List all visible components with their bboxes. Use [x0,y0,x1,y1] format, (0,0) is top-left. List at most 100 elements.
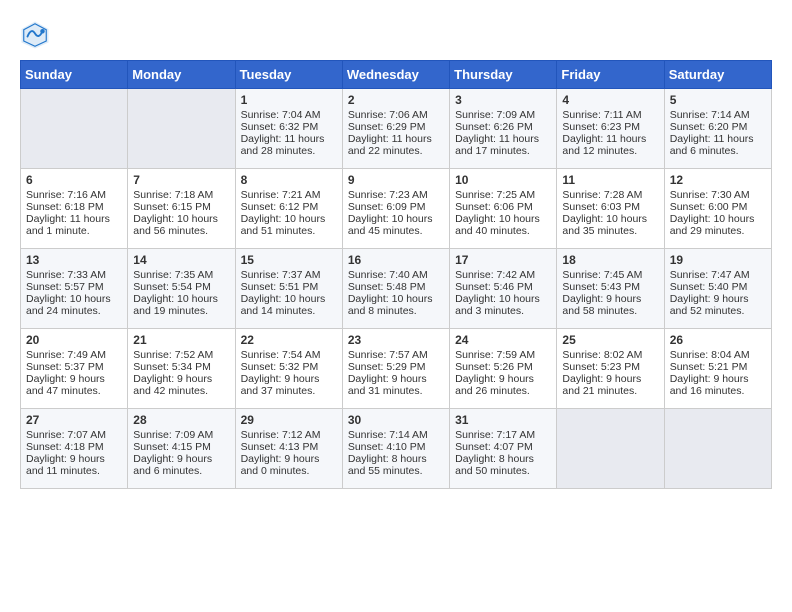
sunset-text: Sunset: 5:23 PM [562,361,658,373]
day-number: 13 [26,253,122,267]
calendar-cell [557,409,664,489]
calendar-cell: 26Sunrise: 8:04 AMSunset: 5:21 PMDayligh… [664,329,771,409]
daylight-text: Daylight: 10 hours and 45 minutes. [348,213,444,237]
day-header-friday: Friday [557,61,664,89]
day-number: 21 [133,333,229,347]
calendar-cell: 24Sunrise: 7:59 AMSunset: 5:26 PMDayligh… [450,329,557,409]
calendar-week-row: 20Sunrise: 7:49 AMSunset: 5:37 PMDayligh… [21,329,772,409]
sunset-text: Sunset: 5:26 PM [455,361,551,373]
sunset-text: Sunset: 5:57 PM [26,281,122,293]
daylight-text: Daylight: 10 hours and 29 minutes. [670,213,766,237]
sunset-text: Sunset: 6:32 PM [241,121,337,133]
sunrise-text: Sunrise: 7:30 AM [670,189,766,201]
day-number: 17 [455,253,551,267]
day-header-monday: Monday [128,61,235,89]
day-number: 2 [348,93,444,107]
sunrise-text: Sunrise: 7:09 AM [133,429,229,441]
sunset-text: Sunset: 5:21 PM [670,361,766,373]
day-number: 31 [455,413,551,427]
sunset-text: Sunset: 5:51 PM [241,281,337,293]
sunset-text: Sunset: 5:34 PM [133,361,229,373]
daylight-text: Daylight: 11 hours and 12 minutes. [562,133,658,157]
daylight-text: Daylight: 9 hours and 47 minutes. [26,373,122,397]
day-number: 1 [241,93,337,107]
sunset-text: Sunset: 6:00 PM [670,201,766,213]
day-number: 4 [562,93,658,107]
sunset-text: Sunset: 6:20 PM [670,121,766,133]
daylight-text: Daylight: 11 hours and 1 minute. [26,213,122,237]
calendar-cell: 18Sunrise: 7:45 AMSunset: 5:43 PMDayligh… [557,249,664,329]
sunrise-text: Sunrise: 7:57 AM [348,349,444,361]
daylight-text: Daylight: 11 hours and 28 minutes. [241,133,337,157]
calendar-header-row: SundayMondayTuesdayWednesdayThursdayFrid… [21,61,772,89]
daylight-text: Daylight: 10 hours and 51 minutes. [241,213,337,237]
sunrise-text: Sunrise: 7:35 AM [133,269,229,281]
daylight-text: Daylight: 8 hours and 50 minutes. [455,453,551,477]
sunset-text: Sunset: 5:48 PM [348,281,444,293]
sunrise-text: Sunrise: 7:33 AM [26,269,122,281]
day-number: 29 [241,413,337,427]
daylight-text: Daylight: 9 hours and 37 minutes. [241,373,337,397]
calendar-cell: 30Sunrise: 7:14 AMSunset: 4:10 PMDayligh… [342,409,449,489]
calendar-cell: 31Sunrise: 7:17 AMSunset: 4:07 PMDayligh… [450,409,557,489]
day-number: 15 [241,253,337,267]
sunset-text: Sunset: 6:12 PM [241,201,337,213]
sunset-text: Sunset: 4:15 PM [133,441,229,453]
sunrise-text: Sunrise: 7:06 AM [348,109,444,121]
daylight-text: Daylight: 9 hours and 16 minutes. [670,373,766,397]
sunrise-text: Sunrise: 7:28 AM [562,189,658,201]
day-number: 10 [455,173,551,187]
day-number: 24 [455,333,551,347]
day-number: 12 [670,173,766,187]
calendar-cell: 20Sunrise: 7:49 AMSunset: 5:37 PMDayligh… [21,329,128,409]
sunrise-text: Sunrise: 7:25 AM [455,189,551,201]
calendar-cell: 5Sunrise: 7:14 AMSunset: 6:20 PMDaylight… [664,89,771,169]
day-header-sunday: Sunday [21,61,128,89]
sunset-text: Sunset: 6:26 PM [455,121,551,133]
daylight-text: Daylight: 9 hours and 31 minutes. [348,373,444,397]
sunrise-text: Sunrise: 7:37 AM [241,269,337,281]
sunset-text: Sunset: 6:15 PM [133,201,229,213]
sunrise-text: Sunrise: 7:04 AM [241,109,337,121]
sunset-text: Sunset: 4:18 PM [26,441,122,453]
daylight-text: Daylight: 10 hours and 19 minutes. [133,293,229,317]
calendar-cell: 11Sunrise: 7:28 AMSunset: 6:03 PMDayligh… [557,169,664,249]
sunrise-text: Sunrise: 8:04 AM [670,349,766,361]
calendar-cell: 12 Sunrise: 7:30 AMSunset: 6:00 PMDayligh… [664,169,771,249]
daylight-text: Daylight: 11 hours and 17 minutes. [455,133,551,157]
calendar-cell: 7Sunrise: 7:18 AMSunset: 6:15 PMDaylight… [128,169,235,249]
sunset-text: Sunset: 6:06 PM [455,201,551,213]
day-number: 8 [241,173,337,187]
sunset-text: Sunset: 5:54 PM [133,281,229,293]
sunrise-text: Sunrise: 7:17 AM [455,429,551,441]
sunrise-text: Sunrise: 7:11 AM [562,109,658,121]
logo [20,20,54,50]
calendar-cell: 17Sunrise: 7:42 AMSunset: 5:46 PMDayligh… [450,249,557,329]
calendar-cell: 19Sunrise: 7:47 AMSunset: 5:40 PMDayligh… [664,249,771,329]
sunrise-text: Sunrise: 7:09 AM [455,109,551,121]
day-number: 6 [26,173,122,187]
daylight-text: Daylight: 9 hours and 58 minutes. [562,293,658,317]
day-number: 9 [348,173,444,187]
day-number: 3 [455,93,551,107]
calendar-cell: 2Sunrise: 7:06 AMSunset: 6:29 PMDaylight… [342,89,449,169]
daylight-text: Daylight: 8 hours and 55 minutes. [348,453,444,477]
sunrise-text: Sunrise: 7:42 AM [455,269,551,281]
daylight-text: Daylight: 9 hours and 0 minutes. [241,453,337,477]
calendar-cell: 9Sunrise: 7:23 AMSunset: 6:09 PMDaylight… [342,169,449,249]
daylight-text: Daylight: 10 hours and 24 minutes. [26,293,122,317]
sunrise-text: Sunrise: 7:40 AM [348,269,444,281]
calendar-cell: 13 Sunrise: 7:33 AMSunset: 5:57 PMDayligh… [21,249,128,329]
sunrise-text: Sunrise: 7:52 AM [133,349,229,361]
calendar-cell: 29Sunrise: 7:12 AMSunset: 4:13 PMDayligh… [235,409,342,489]
daylight-text: Daylight: 10 hours and 56 minutes. [133,213,229,237]
calendar-cell: 4Sunrise: 7:11 AMSunset: 6:23 PMDaylight… [557,89,664,169]
sunset-text: Sunset: 5:43 PM [562,281,658,293]
day-number: 7 [133,173,229,187]
day-number: 20 [26,333,122,347]
sunset-text: Sunset: 4:13 PM [241,441,337,453]
calendar-week-row: 1Sunrise: 7:04 AMSunset: 6:32 PMDaylight… [21,89,772,169]
calendar-cell: 3 Sunrise: 7:09 AMSunset: 6:26 PMDaylight… [450,89,557,169]
day-header-saturday: Saturday [664,61,771,89]
sunset-text: Sunset: 6:03 PM [562,201,658,213]
